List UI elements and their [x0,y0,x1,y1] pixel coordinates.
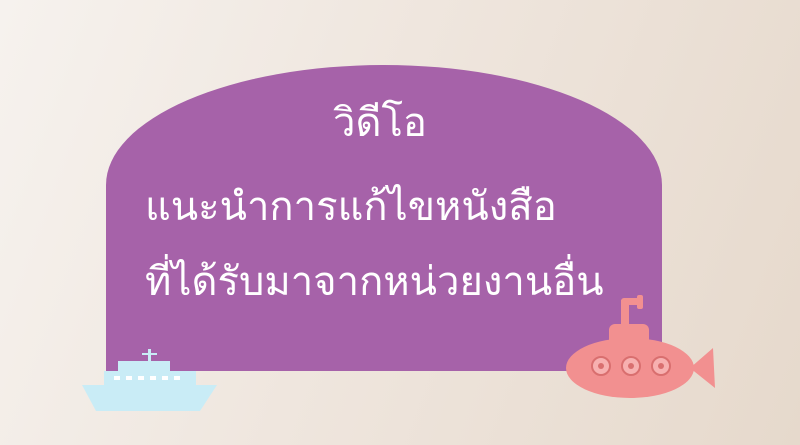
title-line-3: ที่ได้รับมาจากหน่วยงานอื่น [145,259,604,305]
submarine-icon [566,295,715,398]
ship-icon [82,349,217,411]
title-line-2: แนะนำการแก้ไขหนังสือ [145,184,557,230]
title-line-1: วิดีโอ [333,100,427,146]
